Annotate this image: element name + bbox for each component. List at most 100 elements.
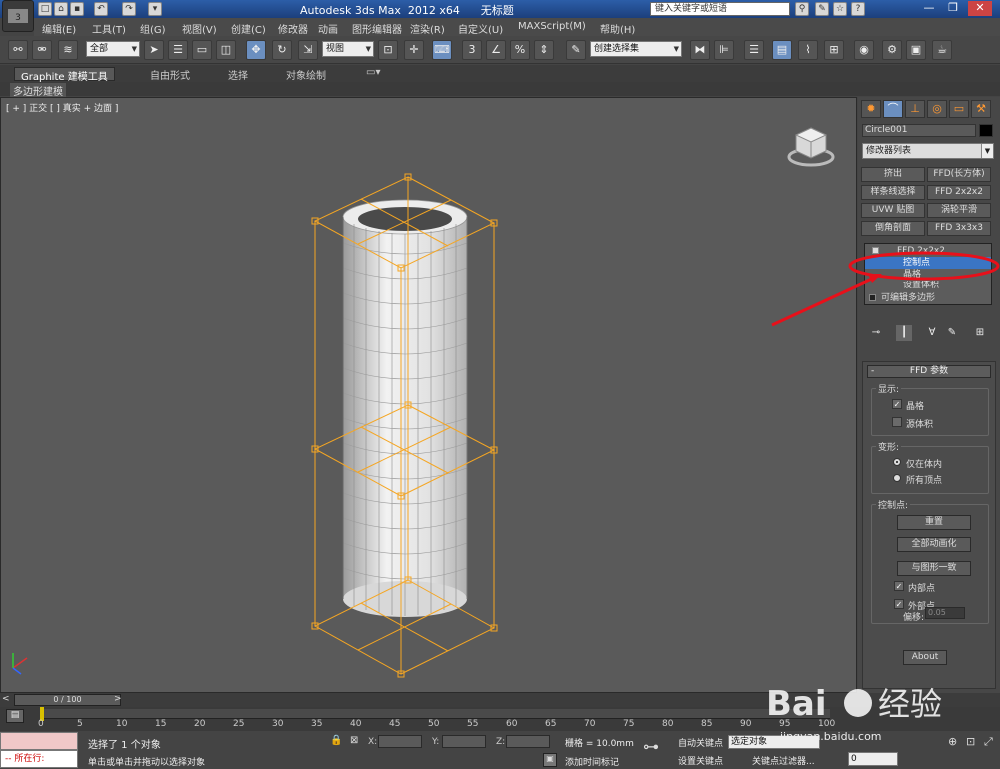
only-in-volume-radio[interactable] [893,458,901,466]
edit-named-selection-icon[interactable]: ✎ [566,40,586,60]
select-object-icon[interactable]: ➤ [144,40,164,60]
menu-rendering[interactable]: 渲染(R) [410,21,445,36]
open-file-icon[interactable]: ⌂ [54,2,68,16]
mini-curve-editor-icon[interactable]: ▤ [6,709,24,723]
align-icon[interactable]: ⊫ [714,40,734,60]
selection-filter-dropdown[interactable]: 全部 [86,41,140,57]
menu-help[interactable]: 帮助(H) [600,21,635,36]
all-vertices-radio[interactable] [893,474,901,482]
snaps-toggle-icon[interactable]: 3 [462,40,482,60]
absolute-mode-icon[interactable]: ⊠ [350,735,358,746]
time-tag-icon[interactable]: ▣ [543,753,557,767]
material-editor-icon[interactable]: ◉ [854,40,874,60]
tools-icon[interactable]: ✎ [815,2,829,16]
utilities-tab-icon[interactable]: ⚒ [971,100,991,118]
menu-graph-editors[interactable]: 图形编辑器 [352,21,402,36]
reference-coord-dropdown[interactable]: 视图 [322,41,374,57]
tab-graphite-modeling[interactable]: Graphite 建模工具 [14,67,115,83]
conform-to-shape-button[interactable]: 与图形一致 [897,561,971,576]
redo-icon[interactable]: ↷ [122,2,136,16]
menu-modifiers[interactable]: 修改器 [278,21,308,36]
app-logo[interactable]: 3 [2,0,34,32]
unlink-icon[interactable]: ⚮ [32,40,52,60]
key-filters-button[interactable]: 关键点过滤器... [752,754,815,767]
key-icon[interactable]: ⊶ [643,737,669,759]
render-production-icon[interactable]: ☕ [932,40,952,60]
viewcube-icon[interactable] [786,123,836,168]
mod-button-turbosmooth[interactable]: 涡轮平滑 [927,203,991,218]
star-icon[interactable]: ☆ [833,2,847,16]
y-coord-field[interactable] [442,735,486,748]
mod-button-spline-select[interactable]: 样条线选择 [861,185,925,200]
pivot-center-icon[interactable]: ⊡ [378,40,398,60]
mod-button-ffd-box[interactable]: FFD(长方体) [927,167,991,182]
create-tab-icon[interactable]: ✹ [861,100,881,118]
polygon-modeling-panel[interactable]: 多边形建模 [10,83,66,98]
maxscript-listener[interactable] [0,732,78,750]
remove-modifier-icon[interactable]: ✎ [944,325,960,341]
show-end-result-icon[interactable]: ┃ [896,325,912,341]
object-color-swatch[interactable] [979,124,993,137]
bind-spacewarp-icon[interactable]: ≋ [58,40,78,60]
auto-key-button[interactable]: 自动关键点 [678,736,723,749]
reset-button[interactable]: 重置 [897,515,971,530]
restore-button[interactable]: ❐ [944,1,962,16]
mod-button-ffd-2x2x2[interactable]: FFD 2x2x2 [927,185,991,200]
source-volume-checkbox[interactable] [892,417,902,427]
select-scale-icon[interactable]: ⇲ [298,40,318,60]
inside-points-checkbox[interactable]: ✓ [894,581,904,591]
mirror-icon[interactable]: ⧓ [690,40,710,60]
configure-sets-icon[interactable]: ⊞ [972,325,988,341]
set-key-button[interactable]: 设置关键点 [678,754,723,767]
z-coord-field[interactable] [506,735,550,748]
link-icon[interactable]: ⚯ [8,40,28,60]
menu-animation[interactable]: 动画 [318,21,338,36]
graphite-toggle-icon[interactable]: ▤ [772,40,792,60]
save-file-icon[interactable]: ▪ [70,2,84,16]
about-button[interactable]: About [903,650,947,665]
percent-snap-icon[interactable]: % [510,40,530,60]
menu-create[interactable]: 创建(C) [231,21,266,36]
help-icon[interactable]: ? [851,2,865,16]
chevron-right-icon[interactable]: > [114,694,122,704]
script-line-label[interactable]: -- 所在行: [0,750,78,768]
menu-customize[interactable]: 自定义(U) [458,21,503,36]
menu-group[interactable]: 组(G) [140,21,166,36]
layer-manager-icon[interactable]: ☰ [744,40,764,60]
modify-tab-icon[interactable]: ⌒ [883,100,903,118]
mod-button-ffd-3x3x3[interactable]: FFD 3x3x3 [927,221,991,236]
add-time-tag-label[interactable]: 添加时间标记 [565,755,619,768]
rect-selection-icon[interactable]: ▭ [192,40,212,60]
close-button[interactable]: ✕ [968,1,992,16]
modifier-list-dropdown[interactable]: 修改器列表 ▼ [862,143,994,159]
select-by-name-icon[interactable]: ☰ [168,40,188,60]
viewport[interactable]: [ + ] 正交 [ ] 真实 + 边面 ] [0,97,857,693]
mod-button-uvw-map[interactable]: UVW 贴图 [861,203,925,218]
make-unique-icon[interactable]: ∀ [924,325,940,341]
scene-cylinder-ffd[interactable] [1,98,856,692]
x-coord-field[interactable] [378,735,422,748]
rollout-header[interactable]: - FFD 参数 [867,365,991,378]
binoculars-icon[interactable]: ⚲ [795,2,809,16]
tab-selection[interactable]: 选择 [222,67,254,82]
ribbon-options-icon[interactable]: ▭▾ [360,67,386,81]
object-name-field[interactable]: Circle001 [862,124,976,137]
select-move-icon[interactable]: ✥ [246,40,266,60]
render-setup-icon[interactable]: ⚙ [882,40,902,60]
menu-maxscript[interactable]: MAXScript(M) [518,21,586,32]
window-crossing-icon[interactable]: ◫ [216,40,236,60]
menu-views[interactable]: 视图(V) [182,21,217,36]
lattice-checkbox[interactable]: ✓ [892,399,902,409]
display-tab-icon[interactable]: ▭ [949,100,969,118]
select-rotate-icon[interactable]: ↻ [272,40,292,60]
animate-all-button[interactable]: 全部动画化 [897,537,971,552]
outside-points-checkbox[interactable]: ✓ [894,599,904,609]
quick-access-menu-icon[interactable]: ▾ [148,2,162,16]
offset-spinner[interactable]: 0.05 [925,607,965,619]
angle-snap-icon[interactable]: ∠ [486,40,506,60]
undo-icon[interactable]: ↶ [94,2,108,16]
tab-object-paint[interactable]: 对象绘制 [280,67,332,82]
new-file-icon[interactable]: □ [38,2,52,16]
mod-button-extrude[interactable]: 挤出 [861,167,925,182]
chevron-left-icon[interactable]: < [2,694,10,704]
